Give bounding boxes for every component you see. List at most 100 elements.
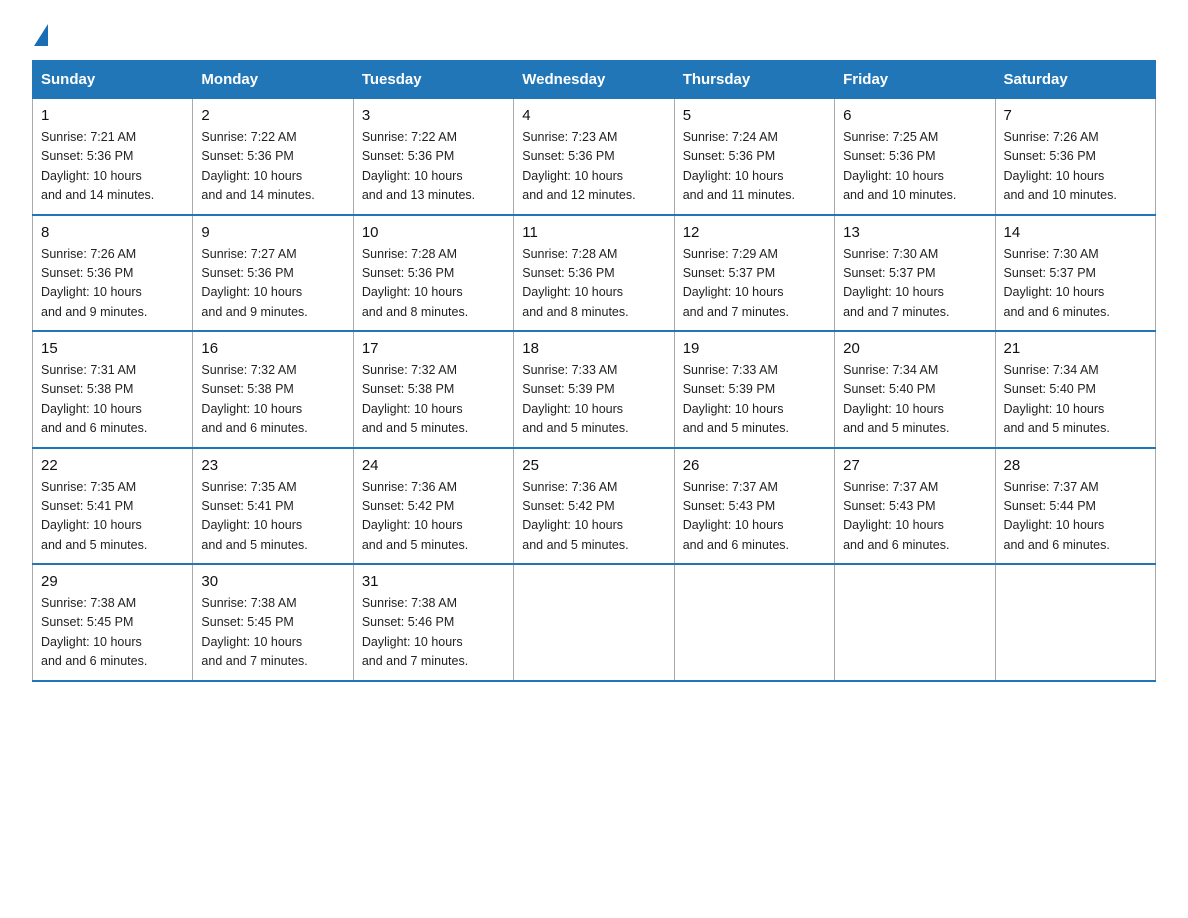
day-number: 31: [362, 573, 505, 590]
day-info: Sunrise: 7:33 AMSunset: 5:39 PMDaylight:…: [683, 361, 826, 439]
weekday-header-wednesday: Wednesday: [514, 61, 674, 99]
day-info: Sunrise: 7:28 AMSunset: 5:36 PMDaylight:…: [362, 245, 505, 323]
calendar-cell: 27Sunrise: 7:37 AMSunset: 5:43 PMDayligh…: [835, 448, 995, 565]
day-number: 16: [201, 340, 344, 357]
day-info: Sunrise: 7:38 AMSunset: 5:45 PMDaylight:…: [201, 594, 344, 672]
day-number: 3: [362, 107, 505, 124]
day-number: 10: [362, 224, 505, 241]
calendar-cell: 11 Sunrise: 7:28 AMSunset: 5:36 PMDayligh…: [514, 215, 674, 332]
day-number: 4: [522, 107, 665, 124]
day-info: Sunrise: 7:25 AMSunset: 5:36 PMDaylight:…: [843, 128, 986, 206]
day-info: Sunrise: 7:38 AMSunset: 5:46 PMDaylight:…: [362, 594, 505, 672]
calendar-cell: 14 Sunrise: 7:30 AMSunset: 5:37 PMDayligh…: [995, 215, 1155, 332]
page-header: [32, 24, 1156, 42]
day-info: Sunrise: 7:23 AMSunset: 5:36 PMDaylight:…: [522, 128, 665, 206]
day-info: Sunrise: 7:26 AMSunset: 5:36 PMDaylight:…: [1004, 128, 1147, 206]
day-number: 18: [522, 340, 665, 357]
week-row-1: 1 Sunrise: 7:21 AMSunset: 5:36 PMDaylight…: [33, 99, 1156, 215]
weekday-header-thursday: Thursday: [674, 61, 834, 99]
calendar-cell: 4 Sunrise: 7:23 AMSunset: 5:36 PMDaylight…: [514, 99, 674, 215]
calendar-cell: 12 Sunrise: 7:29 AMSunset: 5:37 PMDayligh…: [674, 215, 834, 332]
day-number: 1: [41, 107, 184, 124]
calendar-cell: 25Sunrise: 7:36 AMSunset: 5:42 PMDayligh…: [514, 448, 674, 565]
calendar-table: SundayMondayTuesdayWednesdayThursdayFrid…: [32, 60, 1156, 682]
weekday-header-row: SundayMondayTuesdayWednesdayThursdayFrid…: [33, 61, 1156, 99]
calendar-cell: 16 Sunrise: 7:32 AMSunset: 5:38 PMDayligh…: [193, 331, 353, 448]
day-number: 20: [843, 340, 986, 357]
day-number: 23: [201, 457, 344, 474]
calendar-cell: 3 Sunrise: 7:22 AMSunset: 5:36 PMDaylight…: [353, 99, 513, 215]
day-number: 7: [1004, 107, 1147, 124]
day-info: Sunrise: 7:22 AMSunset: 5:36 PMDaylight:…: [201, 128, 344, 206]
day-number: 9: [201, 224, 344, 241]
calendar-cell: 31 Sunrise: 7:38 AMSunset: 5:46 PMDayligh…: [353, 564, 513, 681]
day-info: Sunrise: 7:36 AMSunset: 5:42 PMDaylight:…: [522, 478, 665, 556]
day-info: Sunrise: 7:28 AMSunset: 5:36 PMDaylight:…: [522, 245, 665, 323]
day-number: 11: [522, 224, 665, 241]
day-number: 22: [41, 457, 184, 474]
day-number: 8: [41, 224, 184, 241]
calendar-cell: [995, 564, 1155, 681]
day-info: Sunrise: 7:26 AMSunset: 5:36 PMDaylight:…: [41, 245, 184, 323]
weekday-header-saturday: Saturday: [995, 61, 1155, 99]
day-number: 19: [683, 340, 826, 357]
day-number: 2: [201, 107, 344, 124]
week-row-3: 15Sunrise: 7:31 AMSunset: 5:38 PMDayligh…: [33, 331, 1156, 448]
calendar-cell: [514, 564, 674, 681]
calendar-cell: 23 Sunrise: 7:35 AMSunset: 5:41 PMDayligh…: [193, 448, 353, 565]
day-number: 14: [1004, 224, 1147, 241]
week-row-2: 8 Sunrise: 7:26 AMSunset: 5:36 PMDaylight…: [33, 215, 1156, 332]
day-info: Sunrise: 7:33 AMSunset: 5:39 PMDaylight:…: [522, 361, 665, 439]
calendar-cell: 2 Sunrise: 7:22 AMSunset: 5:36 PMDaylight…: [193, 99, 353, 215]
weekday-header-friday: Friday: [835, 61, 995, 99]
calendar-cell: 1 Sunrise: 7:21 AMSunset: 5:36 PMDaylight…: [33, 99, 193, 215]
day-info: Sunrise: 7:37 AMSunset: 5:44 PMDaylight:…: [1004, 478, 1147, 556]
calendar-cell: 30Sunrise: 7:38 AMSunset: 5:45 PMDayligh…: [193, 564, 353, 681]
day-number: 29: [41, 573, 184, 590]
calendar-cell: 10 Sunrise: 7:28 AMSunset: 5:36 PMDayligh…: [353, 215, 513, 332]
day-info: Sunrise: 7:30 AMSunset: 5:37 PMDaylight:…: [843, 245, 986, 323]
calendar-cell: 29 Sunrise: 7:38 AMSunset: 5:45 PMDayligh…: [33, 564, 193, 681]
calendar-cell: 21 Sunrise: 7:34 AMSunset: 5:40 PMDayligh…: [995, 331, 1155, 448]
calendar-cell: 26 Sunrise: 7:37 AMSunset: 5:43 PMDayligh…: [674, 448, 834, 565]
calendar-cell: 22 Sunrise: 7:35 AMSunset: 5:41 PMDayligh…: [33, 448, 193, 565]
day-number: 21: [1004, 340, 1147, 357]
calendar-cell: 7 Sunrise: 7:26 AMSunset: 5:36 PMDaylight…: [995, 99, 1155, 215]
calendar-cell: 6 Sunrise: 7:25 AMSunset: 5:36 PMDaylight…: [835, 99, 995, 215]
day-number: 6: [843, 107, 986, 124]
calendar-cell: 28 Sunrise: 7:37 AMSunset: 5:44 PMDayligh…: [995, 448, 1155, 565]
calendar-cell: [674, 564, 834, 681]
calendar-cell: 9 Sunrise: 7:27 AMSunset: 5:36 PMDaylight…: [193, 215, 353, 332]
day-info: Sunrise: 7:27 AMSunset: 5:36 PMDaylight:…: [201, 245, 344, 323]
day-number: 12: [683, 224, 826, 241]
calendar-cell: 17Sunrise: 7:32 AMSunset: 5:38 PMDayligh…: [353, 331, 513, 448]
day-number: 5: [683, 107, 826, 124]
weekday-header-sunday: Sunday: [33, 61, 193, 99]
weekday-header-monday: Monday: [193, 61, 353, 99]
day-info: Sunrise: 7:21 AMSunset: 5:36 PMDaylight:…: [41, 128, 184, 206]
week-row-4: 22 Sunrise: 7:35 AMSunset: 5:41 PMDayligh…: [33, 448, 1156, 565]
week-row-5: 29 Sunrise: 7:38 AMSunset: 5:45 PMDayligh…: [33, 564, 1156, 681]
day-info: Sunrise: 7:35 AMSunset: 5:41 PMDaylight:…: [41, 478, 184, 556]
day-info: Sunrise: 7:36 AMSunset: 5:42 PMDaylight:…: [362, 478, 505, 556]
day-number: 26: [683, 457, 826, 474]
day-number: 28: [1004, 457, 1147, 474]
day-info: Sunrise: 7:35 AMSunset: 5:41 PMDaylight:…: [201, 478, 344, 556]
day-info: Sunrise: 7:22 AMSunset: 5:36 PMDaylight:…: [362, 128, 505, 206]
day-info: Sunrise: 7:38 AMSunset: 5:45 PMDaylight:…: [41, 594, 184, 672]
day-info: Sunrise: 7:30 AMSunset: 5:37 PMDaylight:…: [1004, 245, 1147, 323]
day-info: Sunrise: 7:37 AMSunset: 5:43 PMDaylight:…: [683, 478, 826, 556]
day-number: 24: [362, 457, 505, 474]
calendar-cell: 20Sunrise: 7:34 AMSunset: 5:40 PMDayligh…: [835, 331, 995, 448]
day-info: Sunrise: 7:32 AMSunset: 5:38 PMDaylight:…: [201, 361, 344, 439]
logo: [32, 24, 48, 42]
day-info: Sunrise: 7:34 AMSunset: 5:40 PMDaylight:…: [1004, 361, 1147, 439]
calendar-cell: 8 Sunrise: 7:26 AMSunset: 5:36 PMDaylight…: [33, 215, 193, 332]
day-info: Sunrise: 7:24 AMSunset: 5:36 PMDaylight:…: [683, 128, 826, 206]
day-info: Sunrise: 7:31 AMSunset: 5:38 PMDaylight:…: [41, 361, 184, 439]
day-number: 13: [843, 224, 986, 241]
calendar-cell: 19 Sunrise: 7:33 AMSunset: 5:39 PMDayligh…: [674, 331, 834, 448]
logo-triangle-icon: [34, 24, 48, 46]
calendar-cell: 24 Sunrise: 7:36 AMSunset: 5:42 PMDayligh…: [353, 448, 513, 565]
day-info: Sunrise: 7:29 AMSunset: 5:37 PMDaylight:…: [683, 245, 826, 323]
